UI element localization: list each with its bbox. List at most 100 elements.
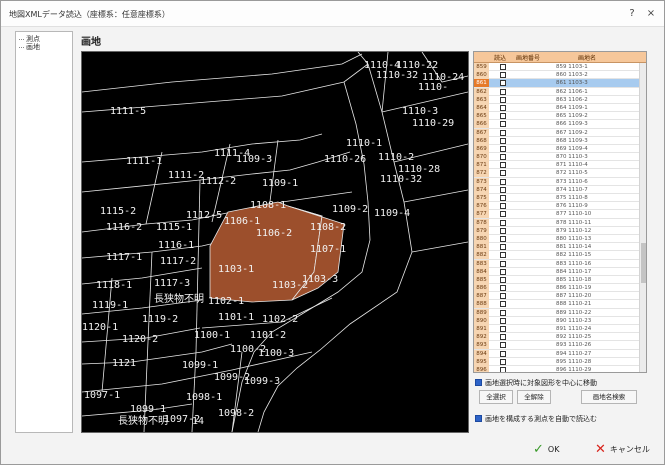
row-load-checkbox[interactable] <box>500 170 506 177</box>
tree-connector <box>19 39 24 40</box>
row-load-checkbox[interactable] <box>500 285 506 292</box>
row-load-checkbox[interactable] <box>500 96 506 103</box>
row-load-checkbox[interactable] <box>500 268 506 275</box>
parcel-list-grid[interactable]: 読込 画地番号 画地名 859 859 1103-1 860 860 1103-2 86… <box>473 51 647 373</box>
table-row[interactable]: 865 865 1109-2 <box>474 112 639 121</box>
table-row[interactable]: 886 886 1110-19 <box>474 284 639 293</box>
search-parcel-name-button[interactable]: 画地名検索 <box>581 390 637 404</box>
row-load-checkbox[interactable] <box>500 276 506 283</box>
table-row[interactable]: 869 869 1109-4 <box>474 144 639 154</box>
table-row[interactable]: 889 889 1110-22 <box>474 308 639 317</box>
table-row[interactable]: 867 867 1109-2 <box>474 128 639 137</box>
row-load-checkbox[interactable] <box>500 104 506 111</box>
auto-load-points-checkbox[interactable] <box>475 415 482 422</box>
table-row[interactable]: 872 872 1110-5 <box>474 169 639 178</box>
row-load-checkbox[interactable] <box>500 358 506 365</box>
row-load-checkbox[interactable] <box>500 186 506 193</box>
row-load-checkbox[interactable] <box>500 227 506 234</box>
row-load-checkbox[interactable] <box>500 309 506 316</box>
parcel-map-canvas[interactable]: 1110-41110-221110-32 1110-241110-1111-5 11… <box>82 52 468 432</box>
parcel-map-view[interactable]: 1110-4 1110-22 1110-32 1110-24 1110- 1111-5 11… <box>81 51 469 433</box>
row-load-checkbox[interactable] <box>500 203 506 210</box>
table-row[interactable]: 861 861 1103-3 <box>474 79 639 88</box>
table-row[interactable]: 871 871 1110-4 <box>474 161 639 170</box>
table-row[interactable]: 877 877 1110-10 <box>474 210 639 219</box>
row-load-checkbox[interactable] <box>500 326 506 332</box>
table-row[interactable]: 895 895 1110-28 <box>474 357 639 366</box>
table-row[interactable]: 862 862 1106-1 <box>474 87 639 96</box>
row-load-checkbox[interactable] <box>500 121 506 128</box>
table-row[interactable]: 879 879 1110-12 <box>474 226 639 235</box>
row-load-checkbox[interactable] <box>500 145 506 152</box>
tree-item-parcels[interactable]: 画地 <box>26 42 40 52</box>
row-load-checkbox[interactable] <box>500 211 506 218</box>
row-load-checkbox[interactable] <box>500 64 506 70</box>
row-load-checkbox[interactable] <box>500 334 506 341</box>
table-row[interactable]: 875 875 1110-8 <box>474 194 639 203</box>
cancel-button[interactable]: ✕ キャンセル <box>595 441 650 459</box>
table-row[interactable]: 882 882 1110-15 <box>474 251 639 260</box>
table-row[interactable]: 894 894 1110-27 <box>474 349 639 358</box>
table-row[interactable]: 868 868 1109-3 <box>474 136 639 145</box>
row-load-checkbox[interactable] <box>500 113 506 120</box>
row-load-checkbox[interactable] <box>500 252 506 259</box>
table-row[interactable]: 896 896 1110-29 <box>474 365 639 372</box>
table-row[interactable]: 874 874 1110-7 <box>474 185 639 194</box>
row-load-checkbox[interactable] <box>500 219 506 226</box>
table-row[interactable]: 890 890 1110-23 <box>474 316 639 325</box>
table-row[interactable]: 864 864 1109-1 <box>474 103 639 113</box>
row-load-checkbox[interactable] <box>500 154 506 161</box>
select-all-button[interactable]: 全選択 <box>479 390 513 404</box>
ok-button[interactable]: ✓ OK <box>533 441 559 459</box>
row-load-checkbox[interactable] <box>500 350 506 357</box>
table-row[interactable]: 880 880 1110-13 <box>474 234 639 244</box>
row-load-checkbox[interactable] <box>500 178 506 185</box>
table-row[interactable]: 887 887 1110-20 <box>474 292 639 301</box>
table-row[interactable]: 859 859 1103-1 <box>474 63 639 72</box>
table-row[interactable]: 860 860 1103-2 <box>474 71 639 80</box>
row-load-checkbox[interactable] <box>500 301 506 308</box>
table-row[interactable]: 884 884 1110-17 <box>474 267 639 276</box>
center-on-select-checkbox[interactable] <box>475 379 482 386</box>
row-load-checkbox[interactable] <box>500 195 506 201</box>
center-on-select-option[interactable]: 画地選択時に対象図形を中心に移動 <box>475 378 597 388</box>
row-parcel-label: 882 1110-15 <box>556 252 592 259</box>
help-button[interactable]: ? <box>623 6 641 22</box>
row-load-checkbox[interactable] <box>500 366 506 372</box>
row-load-checkbox[interactable] <box>500 129 506 136</box>
row-load-checkbox[interactable] <box>500 88 506 95</box>
row-load-checkbox[interactable] <box>500 317 506 324</box>
table-row[interactable]: 878 878 1110-11 <box>474 218 639 227</box>
column-header-parcel-number[interactable]: 画地番号 <box>516 53 540 62</box>
table-row[interactable]: 873 873 1110-6 <box>474 177 639 186</box>
table-row[interactable]: 888 888 1110-21 <box>474 300 639 309</box>
row-parcel-label: 887 1110-20 <box>556 293 592 300</box>
row-number: 891 <box>474 325 489 333</box>
table-row[interactable]: 866 866 1109-3 <box>474 120 639 129</box>
scrollbar-thumb[interactable] <box>641 243 646 283</box>
table-row[interactable]: 870 870 1110-3 <box>474 153 639 162</box>
row-load-checkbox[interactable] <box>500 80 506 87</box>
column-header-load[interactable]: 読込 <box>494 53 506 62</box>
row-load-checkbox[interactable] <box>500 342 506 349</box>
table-row[interactable]: 885 885 1110-18 <box>474 275 639 285</box>
table-row[interactable]: 891 891 1110-24 <box>474 325 639 334</box>
row-load-checkbox[interactable] <box>500 235 506 242</box>
row-load-checkbox[interactable] <box>500 137 506 144</box>
row-load-checkbox[interactable] <box>500 293 506 300</box>
row-load-checkbox[interactable] <box>500 162 506 169</box>
table-row[interactable]: 863 863 1106-2 <box>474 95 639 104</box>
clear-all-button[interactable]: 全解除 <box>517 390 551 404</box>
row-load-checkbox[interactable] <box>500 72 506 79</box>
table-row[interactable]: 883 883 1110-16 <box>474 259 639 268</box>
auto-load-points-option[interactable]: 画地を構成する測点を自動で読込む <box>475 414 597 424</box>
table-row[interactable]: 893 893 1110-26 <box>474 341 639 350</box>
table-row[interactable]: 876 876 1110-9 <box>474 202 639 211</box>
row-load-checkbox[interactable] <box>500 260 506 267</box>
column-header-parcel-name[interactable]: 画地名 <box>578 53 596 62</box>
row-load-checkbox[interactable] <box>500 244 506 251</box>
table-row[interactable]: 892 892 1110-25 <box>474 333 639 342</box>
close-button[interactable]: × <box>642 6 660 22</box>
grid-scrollbar[interactable] <box>639 63 646 372</box>
table-row[interactable]: 881 881 1110-14 <box>474 243 639 252</box>
